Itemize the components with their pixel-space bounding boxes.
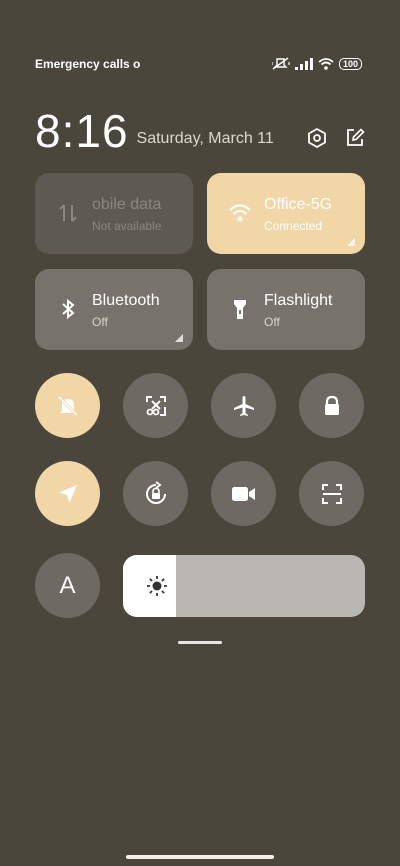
- flashlight-label: Flashlight: [264, 292, 333, 309]
- screenshot-toggle[interactable]: [123, 373, 188, 438]
- wifi-tile[interactable]: Office-5G Connected: [207, 173, 365, 254]
- screen-recorder-toggle[interactable]: [211, 461, 276, 526]
- silent-mode-toggle[interactable]: [35, 373, 100, 438]
- signal-icon: [294, 58, 313, 70]
- bluetooth-tile[interactable]: Bluetooth Off: [35, 269, 193, 350]
- bluetooth-state: Off: [92, 315, 108, 329]
- edit-icon[interactable]: [345, 128, 365, 148]
- bluetooth-label: Bluetooth: [92, 292, 160, 309]
- auto-brightness-label: A: [59, 571, 76, 599]
- rotation-lock-icon: [145, 480, 166, 504]
- video-camera-icon: [231, 486, 255, 501]
- brightness-slider[interactable]: [123, 555, 365, 617]
- clock: 8:16: [35, 105, 129, 157]
- panel-drag-handle[interactable]: [178, 641, 222, 644]
- mobile-data-icon: [59, 204, 77, 222]
- mobile-data-tile[interactable]: obile data Not available: [35, 173, 193, 254]
- settings-icon[interactable]: [307, 128, 327, 148]
- lock-screen-toggle[interactable]: [299, 373, 364, 438]
- home-indicator[interactable]: [126, 855, 274, 859]
- status-bar: Emergency calls o 100: [35, 56, 362, 72]
- mobile-data-state: Not available: [92, 219, 162, 233]
- silent-mode-icon: [57, 395, 78, 416]
- airplane-icon: [233, 395, 254, 416]
- mobile-data-label: obile data: [92, 196, 162, 213]
- wifi-icon: [229, 204, 251, 222]
- scanner-icon: [321, 483, 342, 504]
- flashlight-tile[interactable]: Flashlight Off: [207, 269, 365, 350]
- bluetooth-icon: [62, 298, 75, 320]
- scanner-toggle[interactable]: [299, 461, 364, 526]
- auto-brightness-toggle[interactable]: A: [35, 553, 100, 618]
- carrier-text: Emergency calls o: [35, 57, 141, 71]
- wifi-label: Office-5G: [264, 196, 333, 213]
- wifi-icon: [318, 58, 334, 70]
- location-icon: [58, 484, 77, 503]
- location-toggle[interactable]: [35, 461, 100, 526]
- sun-icon: [147, 576, 167, 596]
- expand-corner-icon[interactable]: [175, 334, 183, 342]
- date: Saturday, March 11: [136, 130, 274, 147]
- flashlight-icon: [234, 300, 246, 319]
- rotation-lock-toggle[interactable]: [123, 461, 188, 526]
- expand-corner-icon[interactable]: [347, 238, 355, 246]
- lock-icon: [324, 395, 339, 415]
- battery-icon: 100: [338, 58, 362, 70]
- screenshot-icon: [145, 395, 166, 416]
- flashlight-state: Off: [264, 315, 280, 329]
- wifi-state: Connected: [264, 219, 323, 233]
- header: 8:16 Saturday, March 11: [35, 104, 365, 154]
- mute-vibrate-icon: [271, 57, 290, 70]
- airplane-mode-toggle[interactable]: [211, 373, 276, 438]
